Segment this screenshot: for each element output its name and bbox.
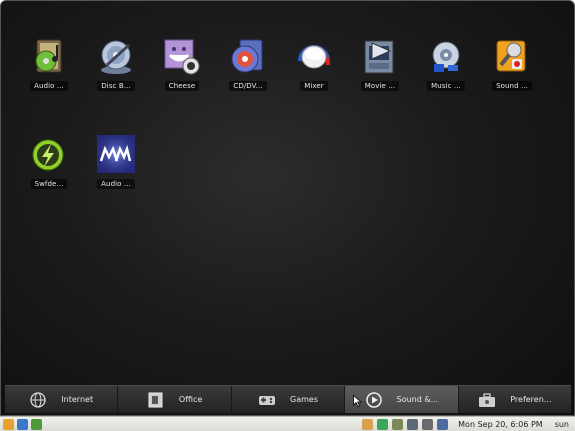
- tab-label: Games: [290, 395, 318, 404]
- cd-dvd-creator-icon: [228, 37, 268, 77]
- app-label: Audio ...: [97, 179, 135, 189]
- app-audio-mmx[interactable]: Audio ...: [83, 135, 149, 197]
- app-label: Audio ...: [30, 81, 68, 91]
- show-desktop-icon[interactable]: [17, 418, 28, 430]
- toolbox-icon: [479, 392, 496, 407]
- audio-cd-icon: [29, 37, 69, 77]
- printer-icon[interactable]: [422, 418, 434, 430]
- globe-icon: [30, 391, 46, 408]
- tab-games[interactable]: Games: [232, 386, 346, 413]
- play-circle-icon: [365, 391, 382, 408]
- search-icon[interactable]: [362, 418, 374, 430]
- system-tray: Mon Sep 20, 6:06 PM sun: [362, 418, 575, 430]
- main-menu-icon[interactable]: [3, 418, 14, 430]
- music-player-icon: [426, 37, 466, 77]
- webcam-icon: [162, 37, 202, 77]
- app-label: Disc B...: [97, 81, 135, 91]
- network-icon[interactable]: [377, 418, 389, 430]
- sound-recorder-icon: [492, 37, 532, 77]
- system-panel: Mon Sep 20, 6:06 PM sun: [0, 416, 575, 431]
- mouse-pointer-icon: [353, 395, 362, 407]
- app-mixer[interactable]: Mixer: [281, 37, 347, 99]
- app-label: CD/DV...: [229, 81, 267, 91]
- app-label: Music ...: [427, 81, 465, 91]
- document-icon: [148, 392, 163, 407]
- app-music-player[interactable]: Music ...: [413, 37, 479, 99]
- tab-sound-video[interactable]: Sound &...: [345, 386, 459, 413]
- swf-lightning-icon: [29, 135, 69, 175]
- app-cheese[interactable]: Cheese: [149, 37, 215, 99]
- update-icon[interactable]: [392, 418, 404, 430]
- tab-label: Sound &...: [396, 395, 439, 404]
- app-movie-player[interactable]: Movie ...: [347, 37, 413, 99]
- audio-mmx-icon: [96, 135, 136, 175]
- tab-label: Office: [178, 395, 203, 404]
- app-label: Sound ...: [492, 81, 532, 91]
- launcher-screen: Audio ... Disc B... Cheese CD/DV... Mixe…: [0, 0, 575, 416]
- tab-label: Internet: [61, 395, 94, 404]
- app-cd-dvd-creator[interactable]: CD/DV...: [215, 37, 281, 99]
- app-label: Swfde...: [30, 179, 68, 189]
- app-audio-cd[interactable]: Audio ...: [16, 37, 82, 99]
- clock[interactable]: Mon Sep 20, 6:06 PM: [458, 420, 543, 429]
- display-icon[interactable]: [407, 418, 419, 430]
- tab-office[interactable]: Office: [118, 386, 232, 413]
- mixer-knob-icon: [294, 37, 334, 77]
- tab-preferences[interactable]: Preferen...: [459, 386, 571, 413]
- app-disc-burner[interactable]: Disc B...: [83, 37, 149, 99]
- tab-internet[interactable]: Internet: [5, 386, 119, 413]
- refresh-icon[interactable]: [31, 418, 42, 430]
- app-label: Cheese: [164, 81, 200, 91]
- user-name[interactable]: sun: [555, 420, 569, 429]
- app-label: Movie ...: [360, 81, 400, 91]
- movie-player-icon: [360, 37, 400, 77]
- app-swfdec[interactable]: Swfde...: [16, 135, 82, 197]
- gamepad-icon: [259, 395, 276, 405]
- disc-burner-icon: [96, 37, 136, 77]
- app-sound-recorder[interactable]: Sound ...: [479, 37, 545, 99]
- app-label: Mixer: [300, 81, 328, 91]
- volume-icon[interactable]: [437, 418, 449, 430]
- category-tab-bar: Internet Office Games Sound &... Prefere…: [5, 385, 571, 413]
- tab-label: Preferen...: [510, 395, 552, 404]
